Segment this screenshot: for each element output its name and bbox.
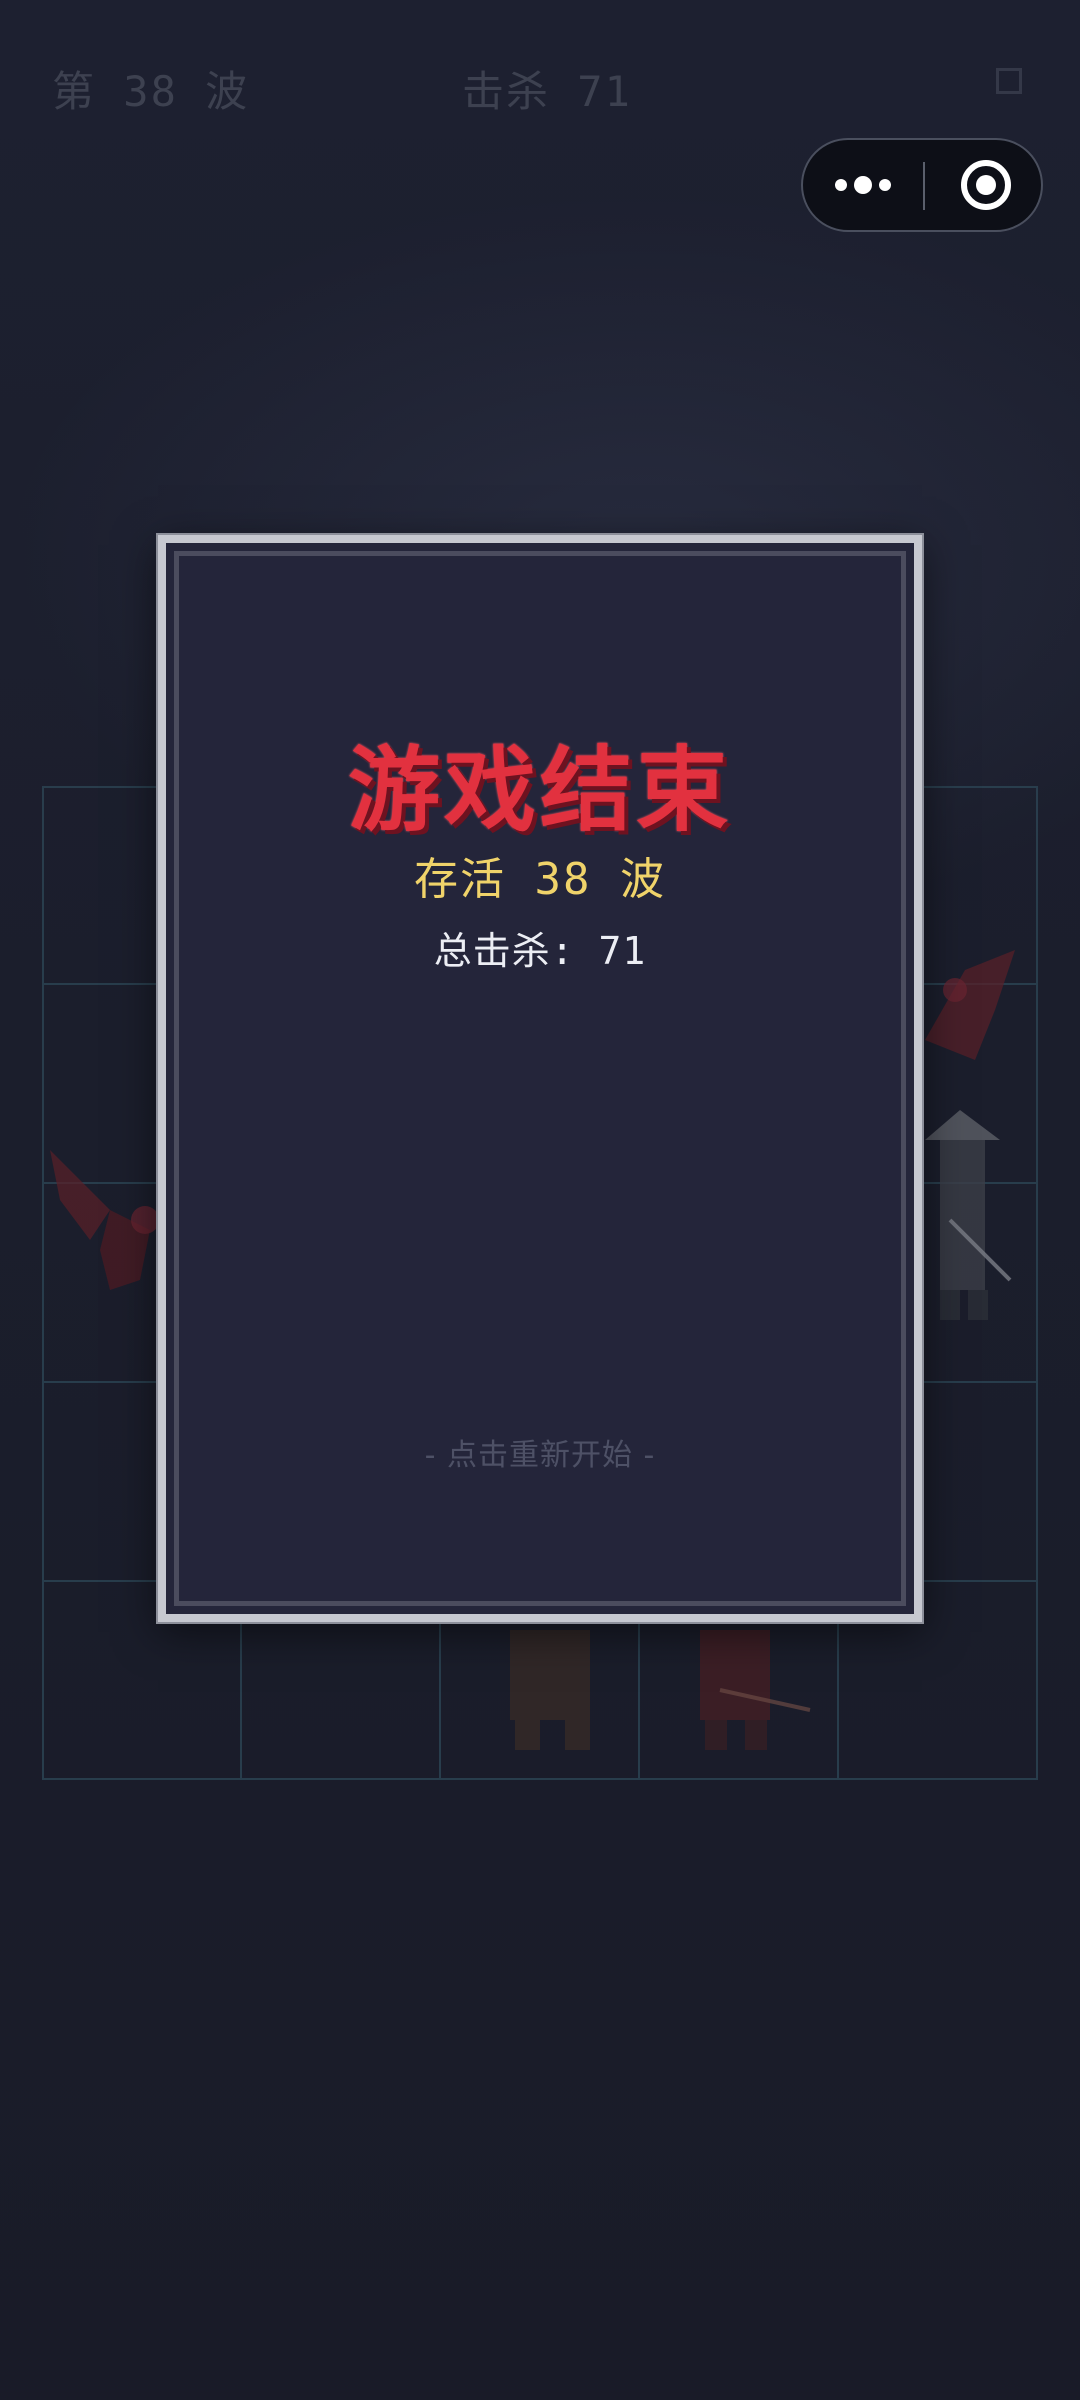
game-over-title: 游戏结束: [347, 737, 732, 844]
wave-counter: 第 38 波: [52, 67, 250, 116]
pause-square-icon[interactable]: [996, 68, 1022, 94]
bird-warrior-sprite: [50, 1150, 159, 1290]
oni-warrior-sprite: [700, 1630, 811, 1750]
target-close-icon: [961, 160, 1011, 210]
game-over-dialog[interactable]: 游戏结束 存活 38 波 总击杀: 71 - 点击重新开始 -: [158, 535, 922, 1622]
kill-counter: 击杀 71: [462, 67, 632, 116]
total-kills-text: 总击杀: 71: [433, 929, 647, 973]
miniprogram-capsule: [801, 138, 1043, 232]
close-miniprogram-button[interactable]: [925, 140, 1043, 230]
more-dots-icon: [835, 176, 891, 194]
samurai-sprite: [510, 1630, 590, 1750]
game-stage: 第 38 波 击杀 71 游戏结束 存活 38 波 总击杀: 71 - 点击重新…: [0, 0, 1080, 2400]
restart-hint[interactable]: - 点击重新开始 -: [166, 1430, 914, 1474]
ronin-sprite: [925, 1110, 1012, 1320]
more-menu-button[interactable]: [803, 140, 923, 230]
crow-demon-sprite: [925, 950, 1015, 1060]
waves-survived-text: 存活 38 波: [414, 854, 666, 905]
